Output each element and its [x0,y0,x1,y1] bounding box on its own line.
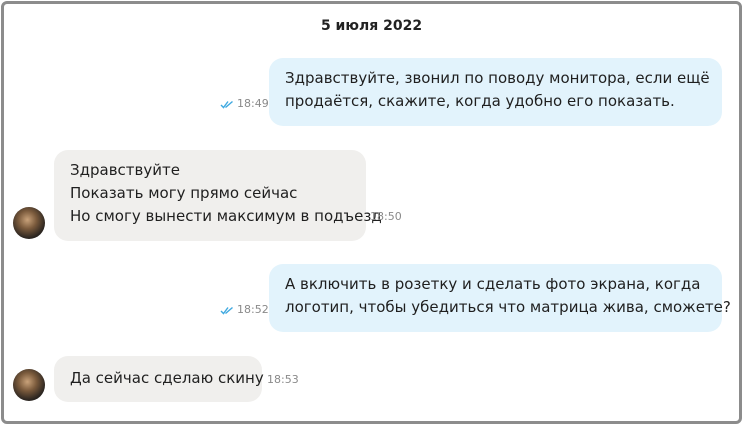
message-status: 18:49 [220,97,269,110]
incoming-message[interactable]: Здравствуйте Показать могу прямо сейчас … [54,150,382,241]
date-separator: 5 июля 2022 [320,18,423,34]
message-time: 18:49 [237,97,269,110]
double-check-icon [220,100,233,109]
message-time: 18:52 [237,303,269,316]
message-text-line: Здравствуйте, звонил по поводу монитора,… [285,69,710,87]
user-avatar[interactable] [13,207,45,239]
outgoing-message[interactable]: А включить в розетку и сделать фото экра… [269,264,731,332]
message-text-line: Показать могу прямо сейчас [70,184,298,202]
message-text-line: Здравствуйте [70,161,180,179]
message-time: 18:53 [267,373,299,386]
message-text-line: Но смогу вынести максимум в подъезд [70,207,382,225]
message-text-line: Да сейчас сделаю скину [70,369,264,387]
double-check-icon [220,306,233,315]
message-text-line: А включить в розетку и сделать фото экра… [285,275,701,293]
incoming-message[interactable]: Да сейчас сделаю скину [54,356,264,402]
message-status: 18:52 [220,303,269,316]
message-text-line: продаётся, скажите, когда удобно его пок… [285,92,675,110]
user-avatar[interactable] [13,369,45,401]
outgoing-message[interactable]: Здравствуйте, звонил по поводу монитора,… [269,58,722,126]
message-time: 18:50 [370,210,402,223]
message-text-line: логотип, чтобы убедиться что матрица жив… [285,298,731,316]
chat-window: 5 июля 2022 18:49 Здравствуйте, звонил п… [1,1,742,424]
